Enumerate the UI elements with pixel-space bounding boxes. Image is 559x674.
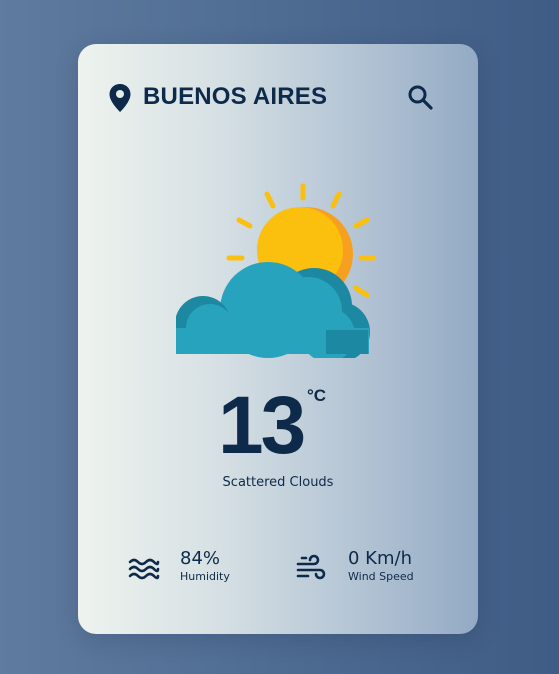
water-waves-icon — [128, 558, 160, 580]
humidity-label: Humidity — [180, 570, 230, 583]
humidity-stat: 84% Humidity — [128, 548, 258, 588]
temperature-unit: °C — [307, 386, 327, 405]
sun-behind-cloud-icon — [176, 183, 376, 358]
weather-card: BUENOS AIRES 13 °C Scattered Clouds 84% … — [78, 44, 478, 634]
temperature-display: 13 °C — [78, 380, 478, 471]
temperature-value: 13 — [218, 380, 306, 471]
card-header: BUENOS AIRES — [106, 80, 436, 114]
city-name: BUENOS AIRES — [143, 83, 328, 110]
search-icon[interactable] — [406, 83, 434, 111]
wind-speed-value: 0 Km/h — [348, 548, 412, 569]
wind-stat: 0 Km/h Wind Speed — [296, 548, 446, 588]
weather-description: Scattered Clouds — [222, 475, 334, 490]
humidity-value: 84% — [180, 548, 221, 569]
map-pin-icon — [109, 84, 131, 112]
wind-icon — [296, 554, 326, 580]
wind-speed-label: Wind Speed — [348, 570, 414, 583]
